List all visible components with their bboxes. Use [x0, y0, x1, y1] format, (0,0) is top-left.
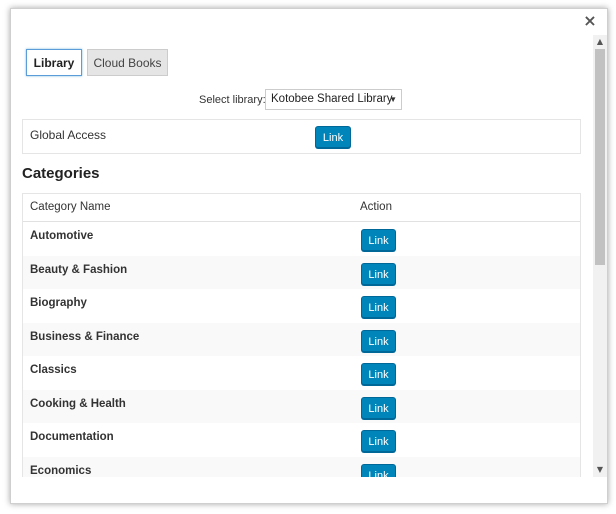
- tab-library[interactable]: Library: [26, 49, 82, 76]
- dropdown-arrow-icon: ▼: [389, 95, 397, 104]
- category-link-button[interactable]: Link: [361, 396, 396, 419]
- category-link-button[interactable]: Link: [361, 296, 396, 318]
- categories-heading: Categories: [22, 165, 100, 182]
- category-name: Automotive: [30, 230, 94, 242]
- table-header: Category Name Action: [23, 194, 580, 222]
- category-link-button[interactable]: Link: [361, 463, 396, 477]
- select-library-label: Select library:: [199, 94, 266, 106]
- category-name: Documentation: [30, 431, 114, 443]
- category-name: Biography: [30, 297, 87, 309]
- global-access-box: Global Access Link: [22, 119, 581, 154]
- category-name: Classics: [30, 364, 77, 376]
- scroll-up-arrow-icon[interactable]: ▲: [593, 35, 607, 49]
- table-row: Biography Link: [23, 289, 580, 323]
- library-select[interactable]: Kotobee Shared Library ▼: [265, 89, 402, 110]
- column-header-action: Action: [360, 201, 392, 213]
- category-link-button[interactable]: Link: [361, 363, 396, 385]
- category-link-button[interactable]: Link: [361, 262, 396, 285]
- table-row: Cooking & Health Link: [23, 389, 580, 423]
- library-select-value: Kotobee Shared Library: [271, 93, 393, 105]
- table-row: Beauty & Fashion Link: [23, 255, 580, 289]
- dialog-titlebar: ×: [11, 9, 607, 35]
- column-header-category-name: Category Name: [30, 201, 111, 213]
- global-access-label: Global Access: [30, 128, 107, 142]
- scrollbar-thumb[interactable]: [595, 49, 605, 265]
- table-row: Business & Finance Link: [23, 322, 580, 356]
- table-row: Documentation Link: [23, 423, 580, 457]
- category-name: Cooking & Health: [30, 397, 126, 410]
- categories-table: Category Name Action Automotive Link Bea…: [22, 193, 581, 477]
- category-name: Business & Finance: [30, 330, 140, 343]
- table-row: Classics Link: [23, 356, 580, 390]
- category-link-button[interactable]: Link: [361, 430, 396, 452]
- category-link-button[interactable]: Link: [361, 329, 396, 352]
- category-link-button[interactable]: Link: [361, 229, 396, 251]
- scroll-down-arrow-icon[interactable]: ▼: [593, 463, 607, 477]
- vertical-scrollbar[interactable]: ▲ ▼: [593, 35, 607, 477]
- category-name: Beauty & Fashion: [30, 263, 128, 276]
- dialog-content: Library Cloud Books Select library: Koto…: [11, 35, 593, 477]
- category-name: Economics: [30, 464, 92, 477]
- library-select-row: Select library: Kotobee Shared Library ▼: [11, 89, 593, 111]
- table-row: Automotive Link: [23, 222, 580, 256]
- global-access-link-button[interactable]: Link: [315, 126, 351, 148]
- library-dialog: × Library Cloud Books Select library: Ko…: [10, 8, 608, 504]
- tab-cloud-books[interactable]: Cloud Books: [87, 49, 168, 76]
- table-row: Economics Link: [23, 456, 580, 477]
- close-icon[interactable]: ×: [581, 12, 599, 30]
